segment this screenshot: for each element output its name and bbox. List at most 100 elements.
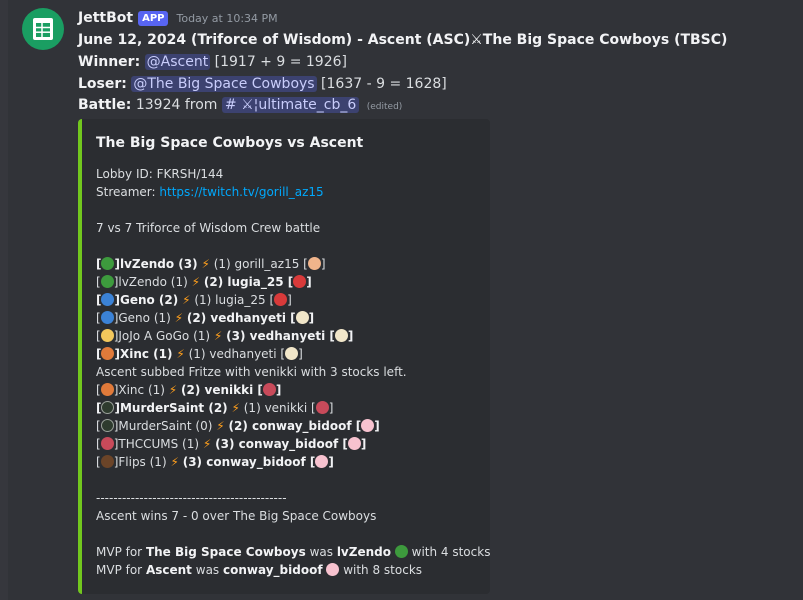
- loser-mention[interactable]: @The Big Space Cowboys: [131, 76, 317, 92]
- row-player1: ]Xinc (1): [113, 383, 165, 397]
- edited-marker: (edited): [366, 102, 403, 112]
- row-bracket-end: ]: [298, 347, 303, 361]
- flame-icon: ⚡: [174, 311, 184, 325]
- flame-icon: ⚡: [168, 383, 178, 397]
- streamer-label: Streamer:: [96, 185, 156, 199]
- row-player1: ]Geno (1): [113, 311, 171, 325]
- row-bracket: [: [96, 437, 101, 451]
- character-face-icon: [307, 257, 321, 270]
- match-row: []Geno (1) ⚡ (2) vedhanyeti []: [96, 309, 314, 327]
- lobby-id: Lobby ID: FKRSH/144: [96, 167, 224, 181]
- battle-label: Battle:: [78, 97, 132, 113]
- mvp-label: MVP for: [96, 563, 143, 577]
- flame-icon: ⚡: [231, 401, 240, 415]
- flame-icon: ⚡: [216, 419, 225, 433]
- streamer-link[interactable]: https://twitch.tv/gorill_az15: [159, 185, 323, 199]
- match-row: []lvZendo (3) ⚡ (1) gorill_az15 []: [96, 255, 326, 273]
- character-dark-icon: [101, 401, 115, 414]
- character-ufo-icon: [262, 383, 276, 396]
- flame-icon: ⚡: [176, 347, 185, 361]
- mvp-team: Ascent: [145, 563, 192, 577]
- character-blue-icon: [100, 311, 114, 324]
- row-player2: (1) vedhanyeti [: [188, 347, 286, 361]
- mvp-was: was: [195, 563, 220, 577]
- battle-text: 13924 from: [135, 97, 218, 113]
- row-bracket-end: ]: [308, 311, 315, 325]
- title-line: June 12, 2024 (Triforce of Wisdom) - Asc…: [78, 32, 728, 48]
- row-player2: (3) conway_bidoof [: [182, 455, 316, 469]
- match-row: []Flips (1) ⚡ (3) conway_bidoof []: [96, 453, 334, 471]
- match-row: []Xinc (1) ⚡ (1) vedhanyeti []: [96, 345, 303, 363]
- character-green-icon: [394, 545, 408, 558]
- character-cup-icon: [334, 329, 348, 342]
- row-bracket: [: [96, 455, 101, 469]
- loser-rating: [1637 - 9 = 1628]: [321, 76, 447, 92]
- row-player2: (2) conway_bidoof [: [228, 419, 362, 433]
- match-row: [ ]MurderSaint (0) ⚡ (2) conway_bidoof []: [96, 417, 380, 435]
- winner-mention[interactable]: @Ascent: [144, 54, 211, 70]
- battle-embed: The Big Space Cowboys vs Ascent Lobby ID…: [78, 119, 490, 594]
- character-hat-icon: [100, 455, 114, 468]
- spreadsheet-icon: [33, 18, 53, 40]
- row-player1: ]MurderSaint (0): [113, 419, 213, 433]
- author-name[interactable]: JettBot: [78, 10, 133, 26]
- battle-channel-link[interactable]: # ⚔¦ultimate_cb_6: [221, 97, 360, 113]
- character-pink-icon: [361, 419, 375, 432]
- match-row: []lvZendo (1) ⚡ (2) lugia_25 []: [96, 273, 312, 291]
- character-pink-icon: [326, 563, 340, 576]
- row-player1: ]Xinc (1): [114, 347, 173, 361]
- app-badge: APP: [138, 10, 169, 26]
- row-player1: ]lvZendo (1): [113, 275, 188, 289]
- winner-label: Winner:: [78, 54, 141, 70]
- result-line: Ascent wins 7 - 0 over The Big Space Cow…: [96, 509, 377, 523]
- mvp-label: MVP for: [96, 545, 143, 559]
- row-bracket: [: [96, 275, 101, 289]
- character-red-icon: [274, 293, 288, 306]
- flame-icon: ⚡: [213, 329, 223, 343]
- sub-note: Ascent subbed Fritze with venikki with 3…: [96, 365, 407, 379]
- mvp-line-2: MVP for Ascent was conway_bidoof with 8 …: [96, 561, 422, 579]
- winner-line: Winner: @Ascent [1917 + 9 = 1926]: [78, 52, 347, 72]
- row-player2: (2) venikki [: [181, 383, 263, 397]
- character-pink-icon: [347, 437, 361, 450]
- winner-rating: [1917 + 9 = 1926]: [214, 54, 347, 70]
- character-yellow-icon: [100, 329, 114, 342]
- row-bracket-end: ]: [347, 329, 354, 343]
- row-player2: (3) vedhanyeti [: [226, 329, 335, 343]
- row-player2: (2) lugia_25 [: [203, 275, 294, 289]
- flame-icon: ⚡: [170, 455, 179, 469]
- row-bracket: [: [96, 419, 101, 433]
- mvp-team: The Big Space Cowboys: [145, 545, 306, 559]
- character-pink-icon: [315, 455, 329, 468]
- mvp-player: conway_bidoof: [223, 563, 323, 577]
- mvp-was: was: [309, 545, 333, 559]
- row-bracket-end: ]: [374, 419, 380, 433]
- character-blue-icon: [101, 293, 115, 306]
- character-red-icon: [293, 275, 307, 288]
- row-bracket-end: ]: [287, 293, 292, 307]
- row-player1: ]THCCUMS (1): [113, 437, 200, 451]
- match-row: []MurderSaint (2) ⚡ (1) venikki []: [96, 399, 333, 417]
- message-header: JettBot APP Today at 10:34 PM: [78, 8, 278, 28]
- battle-description: 7 vs 7 Triforce of Wisdom Crew battle: [96, 221, 321, 235]
- character-cup-icon: [295, 311, 309, 324]
- character-green-icon: [100, 275, 114, 288]
- row-bracket-end: ]: [275, 383, 282, 397]
- mvp-stocks: with 8 stocks: [343, 563, 423, 577]
- battle-line: Battle: 13924 from # ⚔¦ultimate_cb_6 (ed…: [78, 95, 402, 117]
- loser-line: Loser: @The Big Space Cowboys [1637 - 9 …: [78, 74, 447, 94]
- character-ufo-icon: [315, 401, 329, 414]
- bot-avatar[interactable]: [22, 8, 64, 50]
- timestamp[interactable]: Today at 10:34 PM: [176, 12, 277, 25]
- loser-label: Loser:: [78, 76, 127, 92]
- row-player1: ]MurderSaint (2): [114, 401, 228, 415]
- mvp-player: lvZendo: [336, 545, 391, 559]
- row-bracket-end: ]: [320, 257, 326, 271]
- row-player2: (1) gorill_az15 [: [213, 257, 308, 271]
- flame-icon: ⚡: [201, 257, 210, 271]
- mvp-line-1: MVP for The Big Space Cowboys was lvZend…: [96, 543, 490, 561]
- match-row: []JoJo A GoGo (1) ⚡ (3) vedhanyeti []: [96, 327, 353, 345]
- row-bracket: [: [96, 329, 101, 343]
- row-player1: ]Flips (1): [113, 455, 167, 469]
- character-orange-icon: [101, 347, 115, 360]
